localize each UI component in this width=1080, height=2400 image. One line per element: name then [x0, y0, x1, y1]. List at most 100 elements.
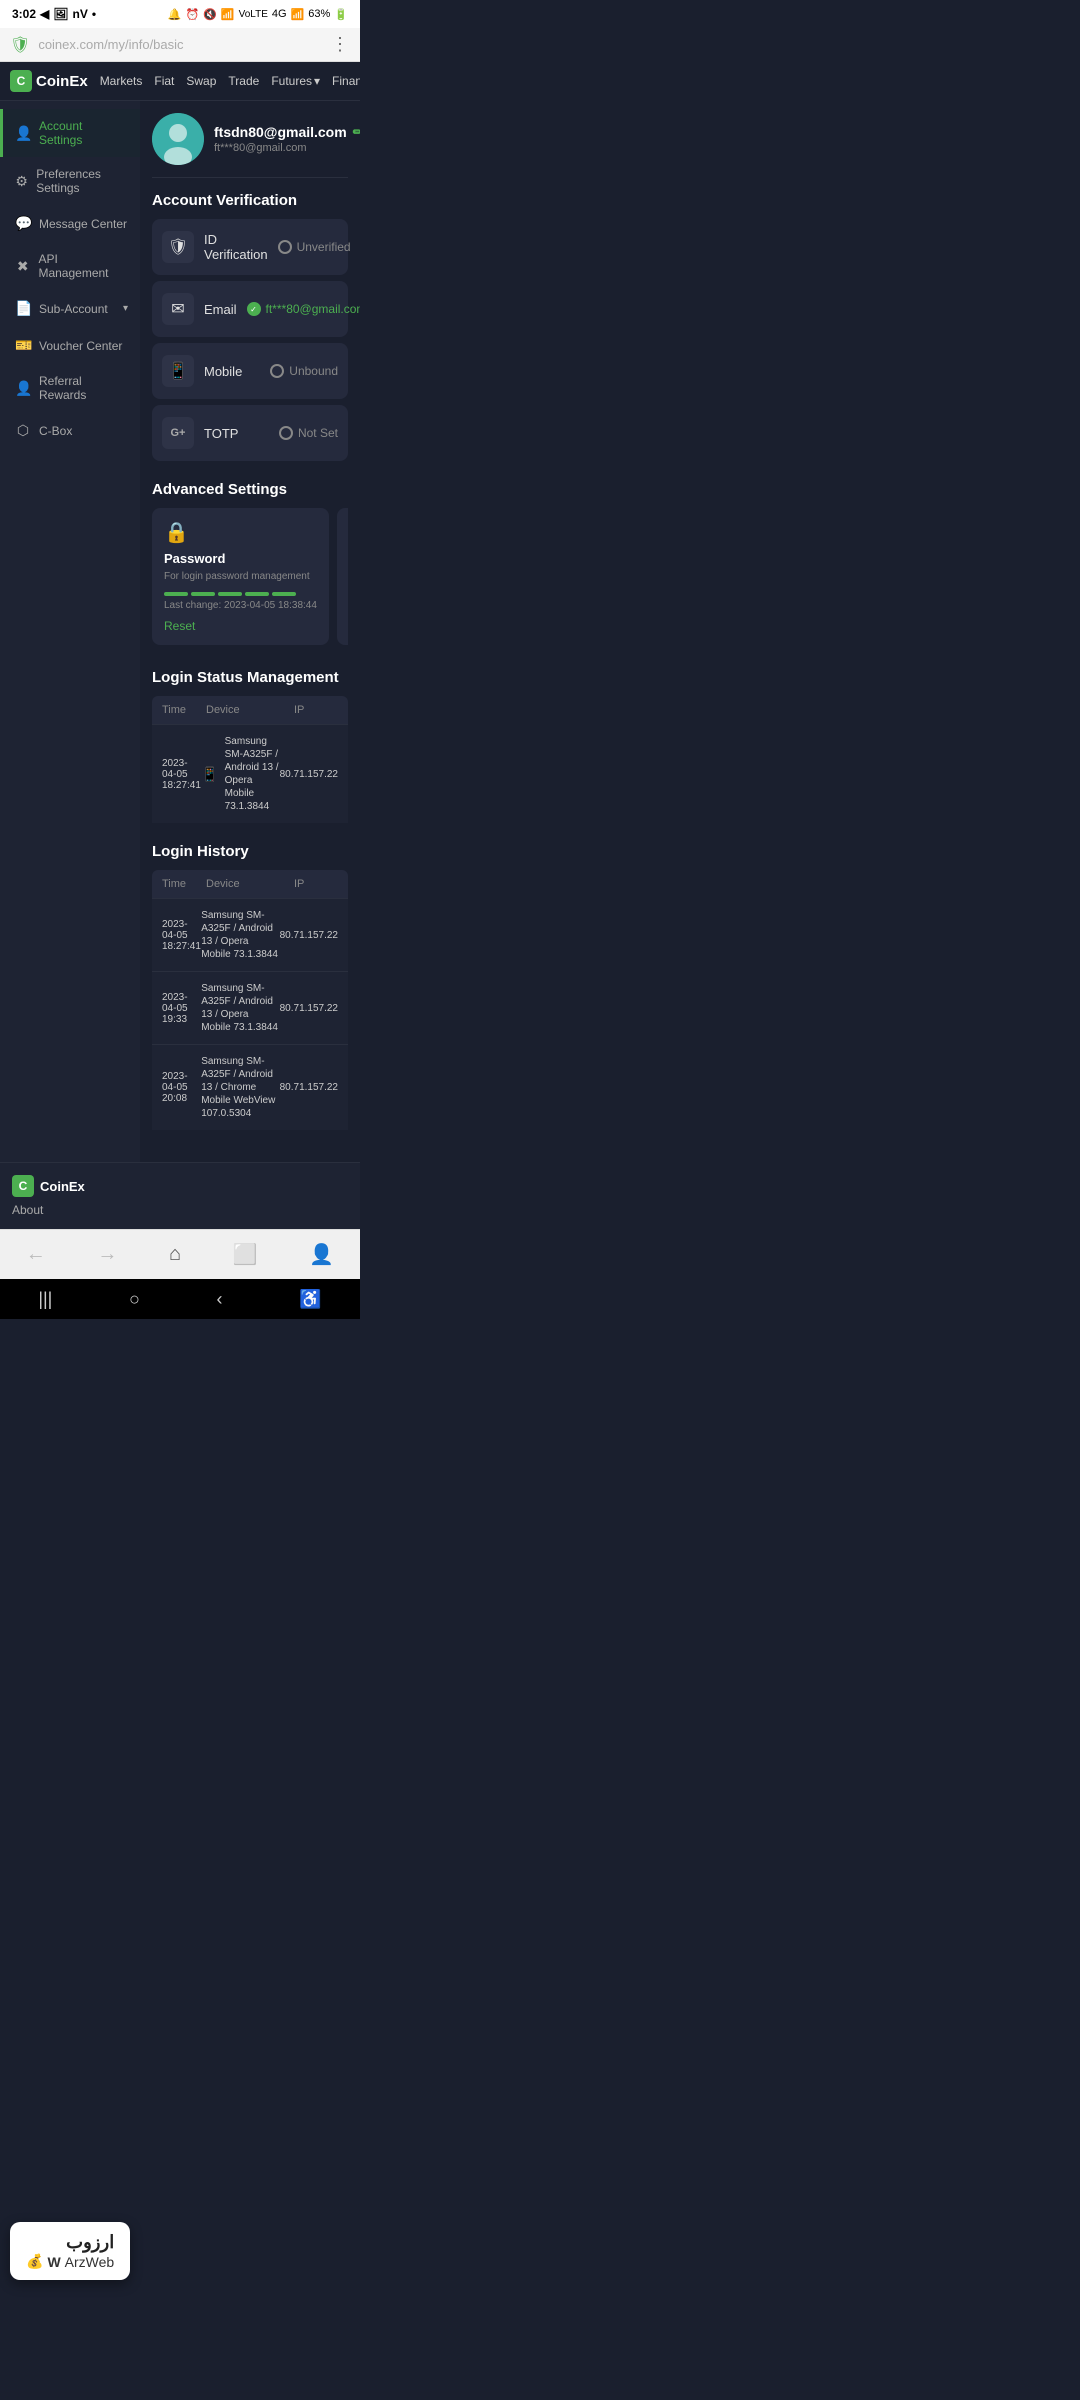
verif-status-totp: Not Set — [279, 426, 338, 440]
top-navigation: C CoinEx Markets Fiat Swap Trade Futures… — [0, 62, 360, 101]
login-status-title: Login Status Management — [152, 669, 348, 686]
android-navigation-bar: ||| ○ ‹ ♿ — [0, 1279, 360, 1319]
id-verification-icon: 🛡 — [162, 231, 194, 263]
message-icon: 💬 — [15, 215, 31, 232]
nav-item-trade[interactable]: Trade — [228, 74, 259, 88]
logo-icon: C — [10, 70, 32, 92]
sidebar-item-api-management[interactable]: ✖ API Management — [0, 242, 140, 290]
strength-bar-2 — [191, 592, 215, 596]
footer-logo: C CoinEx — [12, 1175, 348, 1197]
sidebar-item-sub-account[interactable]: 📄 Sub-Account ▾ — [0, 290, 140, 327]
password-card[interactable]: 🔒 Password For login password management… — [152, 508, 329, 645]
password-title: Password — [164, 551, 317, 566]
strength-bar-4 — [245, 592, 269, 596]
android-accessibility-button[interactable]: ♿ — [299, 1289, 321, 1310]
voucher-icon: 🎫 — [15, 337, 31, 354]
sidebar: 👤 Account Settings ⚙ Preferences Setting… — [0, 101, 140, 1162]
history-device-2: Samsung SM-A325F / Android 13 / Opera Mo… — [201, 982, 279, 1034]
status-dot-mobile — [270, 364, 284, 378]
login-status-row: 2023-04-05 18:27:41 📱 Samsung SM-A325F /… — [152, 724, 348, 823]
watermark-arabic-text: ارزوب — [26, 2232, 114, 2253]
browser-navigation-bar: ← → ⌂ ⬜ 👤 — [0, 1229, 360, 1279]
verification-title: Account Verification — [152, 192, 348, 209]
strength-bar-3 — [218, 592, 242, 596]
browser-bar: 🛡 coinex.com/my/info/basic ⋮ — [0, 28, 360, 62]
sidebar-item-c-box[interactable]: ⬡ C-Box — [0, 412, 140, 449]
nav-item-markets[interactable]: Markets — [100, 74, 143, 88]
verif-item-email[interactable]: ✉ Email ✓ ft***80@gmail.com — [152, 281, 348, 337]
tabs-button[interactable]: ⬜ — [221, 1238, 270, 1271]
advanced-settings-section: Advanced Settings 🔒 Password For login p… — [152, 481, 348, 649]
referral-icon: 👤 — [15, 380, 31, 397]
sidebar-item-account-settings[interactable]: 👤 Account Settings — [0, 109, 140, 157]
verif-status-text-totp: Not Set — [298, 426, 338, 440]
email-verification-icon: ✉ — [162, 293, 194, 325]
password-reset-button[interactable]: Reset — [164, 619, 317, 633]
browser-menu-button[interactable]: ⋮ — [331, 34, 350, 55]
verif-status-text-id: Unverified — [297, 240, 351, 254]
back-button[interactable]: ← — [14, 1239, 58, 1270]
verif-status-text-email: ft***80@gmail.com — [266, 302, 360, 316]
verif-label-mobile: Mobile — [204, 364, 260, 379]
url-bar[interactable]: coinex.com/my/info/basic — [38, 37, 323, 52]
android-home-button[interactable]: ○ — [129, 1289, 140, 1310]
advanced-settings-title: Advanced Settings — [152, 481, 348, 498]
verif-item-id[interactable]: 🛡 ID Verification Unverified — [152, 219, 348, 275]
status-bar: 3:02 ◀ 🖼 nV • 🔔 ⏰ 🔇 📶 VoLTE 4G 📶 63% 🔋 — [0, 0, 360, 28]
login-history-section: Login History Time Device IP 2023-04-05 … — [152, 843, 348, 1130]
password-strength — [164, 592, 317, 596]
forward-button[interactable]: → — [85, 1239, 129, 1270]
login-history-row-2: 2023-04-05 19:33 Samsung SM-A325F / Andr… — [152, 971, 348, 1044]
cbox-icon: ⬡ — [15, 422, 31, 439]
android-recents-button[interactable]: ||| — [38, 1289, 52, 1310]
nav-item-finance[interactable]: Finance ▾ — [332, 74, 360, 88]
profile-section: ftsdn80@gmail.com ✏ ft***80@gmail.com — [152, 113, 348, 178]
verif-item-mobile[interactable]: 📱 Mobile Unbound — [152, 343, 348, 399]
watermark: ارزوب 💰 W ArzWeb — [10, 2222, 130, 2280]
verif-status-text-mobile: Unbound — [289, 364, 338, 378]
main-content: ftsdn80@gmail.com ✏ ft***80@gmail.com Ac… — [140, 101, 360, 1162]
preferences-icon: ⚙ — [15, 173, 28, 190]
verif-label-id: ID Verification — [204, 232, 268, 262]
totp-verification-icon: G+ — [162, 417, 194, 449]
profile-info: ftsdn80@gmail.com ✏ ft***80@gmail.com — [214, 124, 360, 154]
verif-status-mobile: Unbound — [270, 364, 338, 378]
sidebar-item-referral-rewards[interactable]: 👤 Referral Rewards — [0, 364, 140, 412]
profile-button[interactable]: 👤 — [297, 1238, 346, 1271]
strength-bar-1 — [164, 592, 188, 596]
mobile-verification-icon: 📱 — [162, 355, 194, 387]
api-icon: ✖ — [15, 258, 30, 275]
profile-email: ftsdn80@gmail.com ✏ — [214, 124, 360, 140]
verif-label-totp: TOTP — [204, 426, 269, 441]
sidebar-item-preferences-settings[interactable]: ⚙ Preferences Settings — [0, 157, 140, 205]
account-verification-section: Account Verification 🛡 ID Verification U… — [152, 192, 348, 461]
android-back-button[interactable]: ‹ — [217, 1289, 223, 1310]
verif-status-email: ✓ ft***80@gmail.com — [247, 302, 360, 316]
nav-item-futures[interactable]: Futures ▾ — [271, 74, 320, 88]
edit-email-icon[interactable]: ✏ — [353, 125, 360, 139]
advanced-cards-row: 🔒 Password For login password management… — [152, 508, 348, 649]
nav-item-swap[interactable]: Swap — [186, 74, 216, 88]
sidebar-item-message-center[interactable]: 💬 Message Center — [0, 205, 140, 242]
login-status-device: 📱 Samsung SM-A325F / Android 13 / Opera … — [201, 735, 279, 813]
footer-logo-icon: C — [12, 1175, 34, 1197]
sub-account-icon: 📄 — [15, 300, 31, 317]
nav-item-fiat[interactable]: Fiat — [154, 74, 174, 88]
logo[interactable]: C CoinEx — [10, 70, 88, 92]
status-dot-id — [278, 240, 292, 254]
footer: C CoinEx About — [0, 1162, 360, 1229]
footer-about-link[interactable]: About — [12, 1203, 348, 1217]
device-icon: 📱 — [201, 766, 218, 783]
status-dot-totp — [279, 426, 293, 440]
login-status-table-header: Time Device IP — [152, 696, 348, 724]
account-settings-icon: 👤 — [15, 125, 31, 142]
home-button[interactable]: ⌂ — [157, 1239, 193, 1270]
password-icon: 🔒 — [164, 520, 317, 545]
status-dot-email: ✓ — [247, 302, 261, 316]
anti-phishing-card[interactable]: 🛡 Anti-Phishing Code For Email verificat… — [337, 508, 348, 645]
verif-status-id: Unverified — [278, 240, 351, 254]
verif-item-totp[interactable]: G+ TOTP Not Set — [152, 405, 348, 461]
avatar — [152, 113, 204, 165]
sidebar-item-voucher-center[interactable]: 🎫 Voucher Center — [0, 327, 140, 364]
security-icon: 🛡 — [10, 35, 30, 55]
